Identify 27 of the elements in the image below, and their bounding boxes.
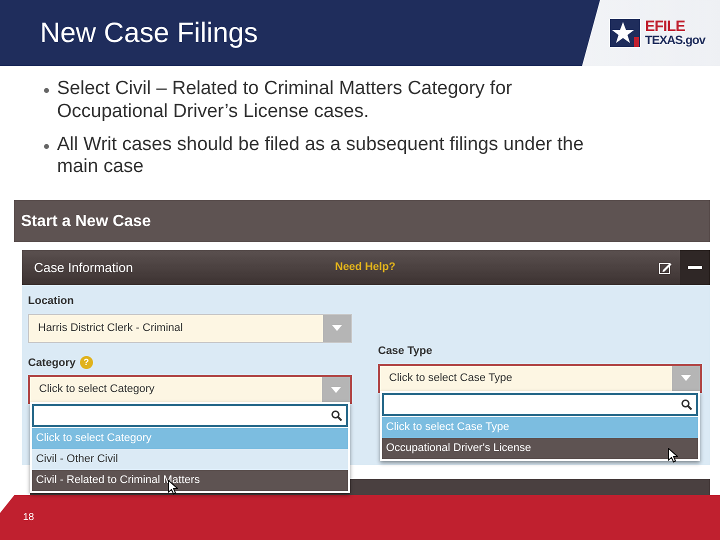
search-icon [331, 410, 342, 421]
collapse-button[interactable] [680, 250, 710, 285]
help-link[interactable]: Need Help? [335, 259, 396, 276]
page-header: Start a New Case [14, 200, 710, 242]
bullet-text: All Writ cases should be filed as a subsequent filings under the main case [57, 134, 585, 180]
field-label: Location [28, 294, 74, 309]
star-flag-icon [610, 17, 642, 49]
search-icon [681, 398, 692, 410]
field-label: Case Type [378, 344, 432, 359]
slide-title: New Case Filings [40, 16, 258, 50]
page-number: 18 [23, 511, 34, 525]
bullet-text: Select Civil – Related to Criminal Matters Category for Occupational Driver’s License cases. [57, 78, 514, 124]
search-input[interactable] [382, 392, 698, 416]
caret-icon [332, 325, 342, 331]
dropdown-option[interactable]: Civil - Other Civil [32, 449, 348, 470]
logo-text: EFILE [645, 18, 686, 34]
bullet-dot [44, 88, 49, 93]
caret-icon [681, 375, 691, 381]
select-field[interactable]: Harris District Clerk - Criminal [28, 314, 352, 342]
minus-icon [688, 266, 702, 269]
edit-icon[interactable] [659, 262, 672, 274]
caret-icon [331, 386, 341, 392]
search-input[interactable] [32, 404, 348, 427]
panel-title: Case Information [33, 258, 134, 277]
logo-text: TEXAS.gov [645, 34, 706, 48]
field-label: Category [28, 356, 76, 370]
bullet-dot [44, 144, 49, 149]
